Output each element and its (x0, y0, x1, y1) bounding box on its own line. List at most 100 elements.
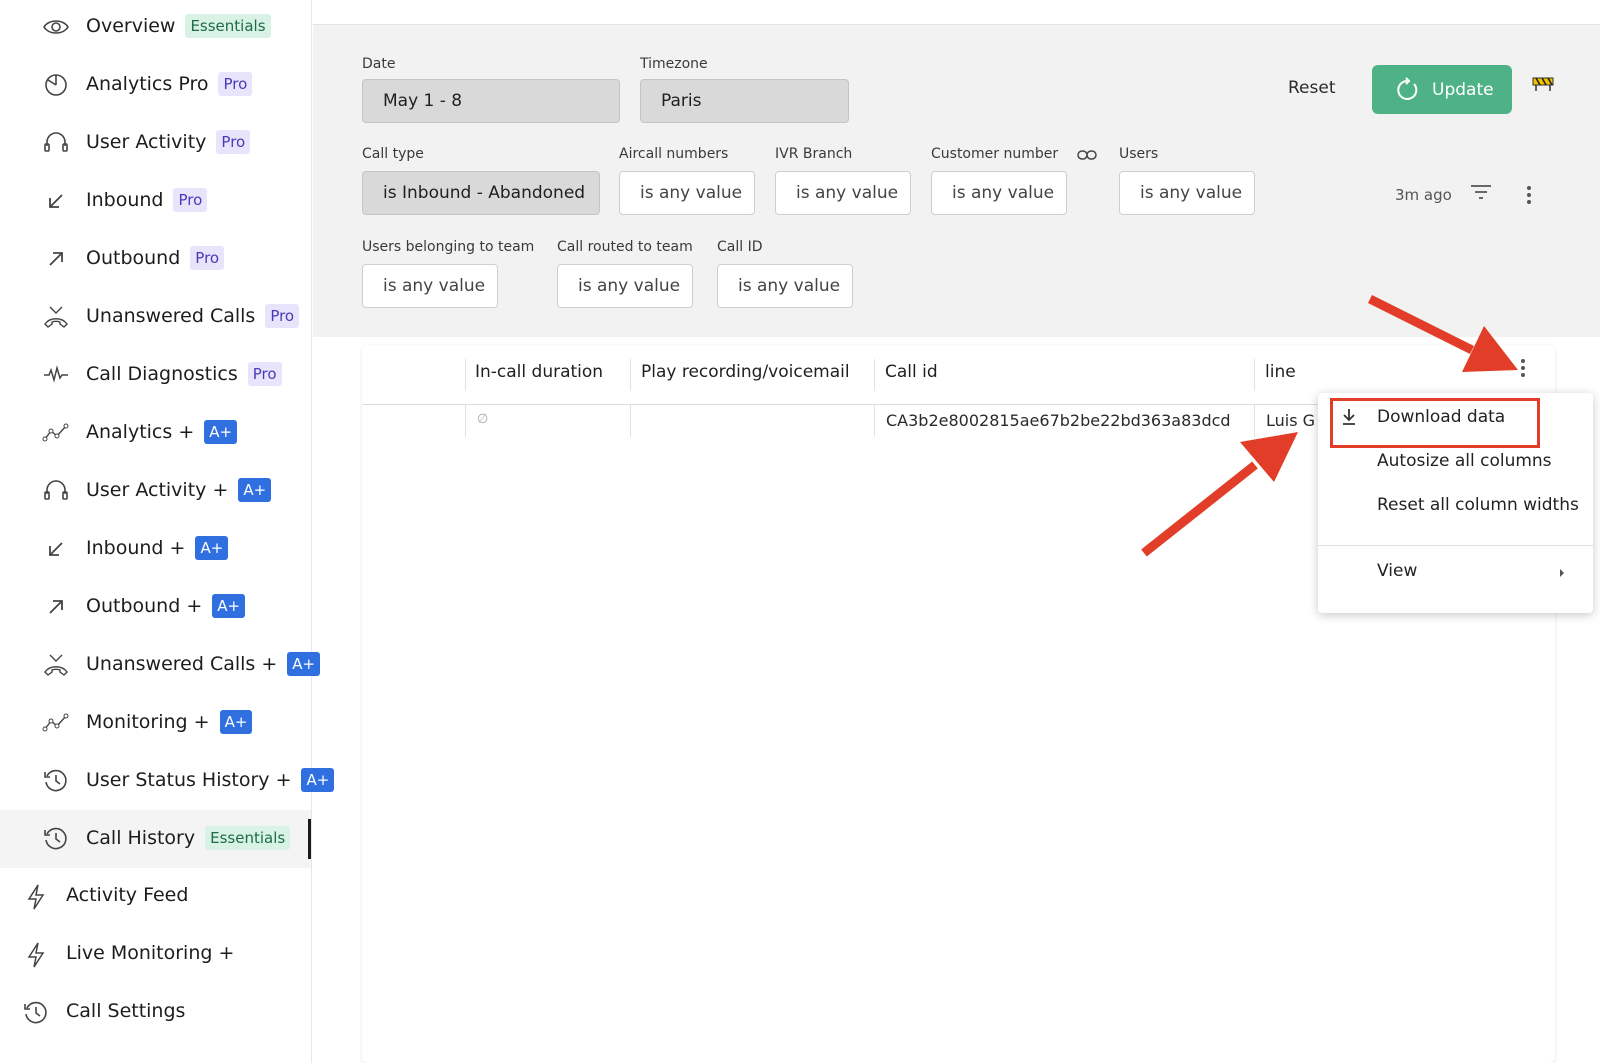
pro-badge: Pro (190, 246, 225, 270)
aplus-badge: A+ (212, 594, 246, 618)
aplus-badge: A+ (195, 536, 229, 560)
menu-item-autosize-columns[interactable]: Autosize all columns (1377, 451, 1552, 471)
customer-number-filter[interactable]: is any value (931, 171, 1067, 215)
sidebar-item-label: Unanswered Calls + (86, 653, 278, 675)
sidebar-item-call-history[interactable]: Call History Essentials (0, 810, 311, 868)
menu-item-reset-column-widths[interactable]: Reset all column widths (1377, 495, 1579, 515)
sidebar-item-label: Inbound + (86, 537, 186, 559)
sidebar-item-live-monitoring-plus[interactable]: Live Monitoring + (0, 926, 311, 984)
sidebar-item-call-diagnostics[interactable]: Call Diagnostics Pro (0, 346, 311, 404)
sidebar-item-analytics-plus[interactable]: Analytics + A+ (0, 404, 311, 462)
update-label: Update (1432, 79, 1494, 100)
arrow-up-right-icon (49, 600, 63, 614)
sidebar-item-call-settings[interactable]: Call Settings (0, 984, 311, 1042)
essentials-badge: Essentials (205, 826, 291, 850)
sidebar-item-unanswered-calls-plus[interactable]: Unanswered Calls + A+ (0, 636, 321, 694)
annotation-highlight-box (1330, 398, 1540, 448)
sidebar-item-label: User Activity + (86, 479, 229, 501)
headset-icon (44, 480, 68, 500)
sidebar-item-label: Unanswered Calls (86, 305, 256, 327)
reset-button[interactable]: Reset (1288, 78, 1336, 98)
sidebar-item-label: Analytics + (86, 421, 195, 443)
construction-icon[interactable] (1532, 74, 1554, 92)
dashboard-menu-icon[interactable] (1526, 186, 1532, 206)
history-icon (44, 827, 67, 850)
update-button[interactable]: Update (1372, 65, 1512, 114)
timezone-filter[interactable]: Paris (640, 79, 849, 123)
sidebar-item-overview[interactable]: Overview Essentials (0, 0, 311, 56)
line-chart-icon (42, 713, 69, 732)
column-header-in-call-duration[interactable]: In-call duration (475, 362, 603, 382)
sidebar-item-label: Monitoring + (86, 711, 210, 733)
history-icon (24, 1001, 47, 1024)
column-header-line[interactable]: line (1265, 362, 1296, 382)
sidebar-item-label: User Status History + (86, 769, 292, 791)
sidebar-item-label: Overview (86, 15, 176, 37)
menu-divider (1318, 545, 1593, 546)
missed-call-icon (44, 654, 68, 676)
ivr-branch-filter[interactable]: is any value (775, 171, 911, 215)
pro-badge: Pro (218, 72, 253, 96)
cell-in-call-duration: ∅ (477, 412, 489, 427)
column-header-play-recording[interactable]: Play recording/voicemail (641, 362, 850, 382)
call-id-filter[interactable]: is any value (717, 264, 853, 308)
aircall-numbers-label: Aircall numbers (619, 146, 729, 162)
sidebar-item-activity-feed[interactable]: Activity Feed (0, 868, 311, 926)
aircall-numbers-filter[interactable]: is any value (619, 171, 755, 215)
sidebar-item-label: Analytics Pro (86, 73, 209, 95)
sidebar-item-analytics-pro[interactable]: Analytics Pro Pro (0, 56, 311, 114)
call-routed-label: Call routed to team (557, 239, 693, 255)
call-type-label: Call type (362, 146, 424, 162)
aplus-badge: A+ (204, 420, 238, 444)
sidebar-item-outbound-plus[interactable]: Outbound + A+ (0, 578, 311, 636)
users-team-filter[interactable]: is any value (362, 264, 498, 308)
refresh-icon (1397, 77, 1418, 100)
sidebar-item-outbound[interactable]: Outbound Pro (0, 230, 311, 288)
sidebar-item-inbound-plus[interactable]: Inbound + A+ (0, 520, 311, 578)
ivr-branch-label: IVR Branch (775, 146, 853, 162)
column-header-call-id[interactable]: Call id (885, 362, 938, 382)
menu-item-view[interactable]: View (1377, 561, 1417, 581)
call-type-filter[interactable]: is Inbound - Abandoned (362, 171, 600, 215)
line-chart-icon (42, 423, 69, 442)
arrow-down-left-icon (49, 542, 63, 556)
lightning-icon (27, 884, 45, 910)
link-icon (1077, 150, 1097, 160)
call-routed-filter[interactable]: is any value (557, 264, 693, 308)
aplus-badge: A+ (238, 478, 272, 502)
sidebar-item-label: Live Monitoring + (66, 942, 235, 964)
users-label: Users (1119, 146, 1159, 162)
aplus-badge: A+ (301, 768, 335, 792)
last-updated: 3m ago (1395, 186, 1452, 204)
sidebar-item-label: User Activity (86, 131, 207, 153)
sidebar-item-unanswered-calls[interactable]: Unanswered Calls Pro (0, 288, 311, 346)
arrow-up-right-icon (49, 252, 63, 266)
sidebar-item-label: Outbound (86, 247, 181, 269)
essentials-badge: Essentials (185, 14, 271, 38)
sidebar-item-user-activity[interactable]: User Activity Pro (0, 114, 311, 172)
sidebar-item-label: Inbound (86, 189, 164, 211)
pro-badge: Pro (173, 188, 208, 212)
history-icon (44, 769, 67, 792)
pro-badge: Pro (265, 304, 300, 328)
sidebar-item-label: Call History (86, 827, 196, 849)
date-filter[interactable]: May 1 - 8 (362, 79, 620, 123)
pulse-icon (44, 365, 68, 383)
users-filter[interactable]: is any value (1119, 171, 1255, 215)
aplus-badge: A+ (219, 710, 253, 734)
sidebar-item-label: Call Settings (66, 1000, 186, 1022)
sidebar-item-monitoring-plus[interactable]: Monitoring + A+ (0, 694, 311, 752)
sidebar-item-label: Outbound + (86, 595, 203, 617)
users-team-label: Users belonging to team (362, 239, 535, 255)
sidebar-item-user-activity-plus[interactable]: User Activity + A+ (0, 462, 311, 520)
table-menu-icon[interactable] (1520, 359, 1526, 379)
lightning-icon (27, 942, 45, 968)
pie-chart-icon (45, 74, 67, 96)
date-label: Date (362, 56, 396, 72)
timezone-label: Timezone (640, 56, 708, 72)
sidebar-item-inbound[interactable]: Inbound Pro (0, 172, 311, 230)
sidebar-item-user-status-history-plus[interactable]: User Status History + A+ (0, 752, 335, 810)
filter-icon[interactable] (1470, 184, 1492, 200)
headset-icon (44, 132, 68, 152)
pro-badge: Pro (247, 362, 282, 386)
